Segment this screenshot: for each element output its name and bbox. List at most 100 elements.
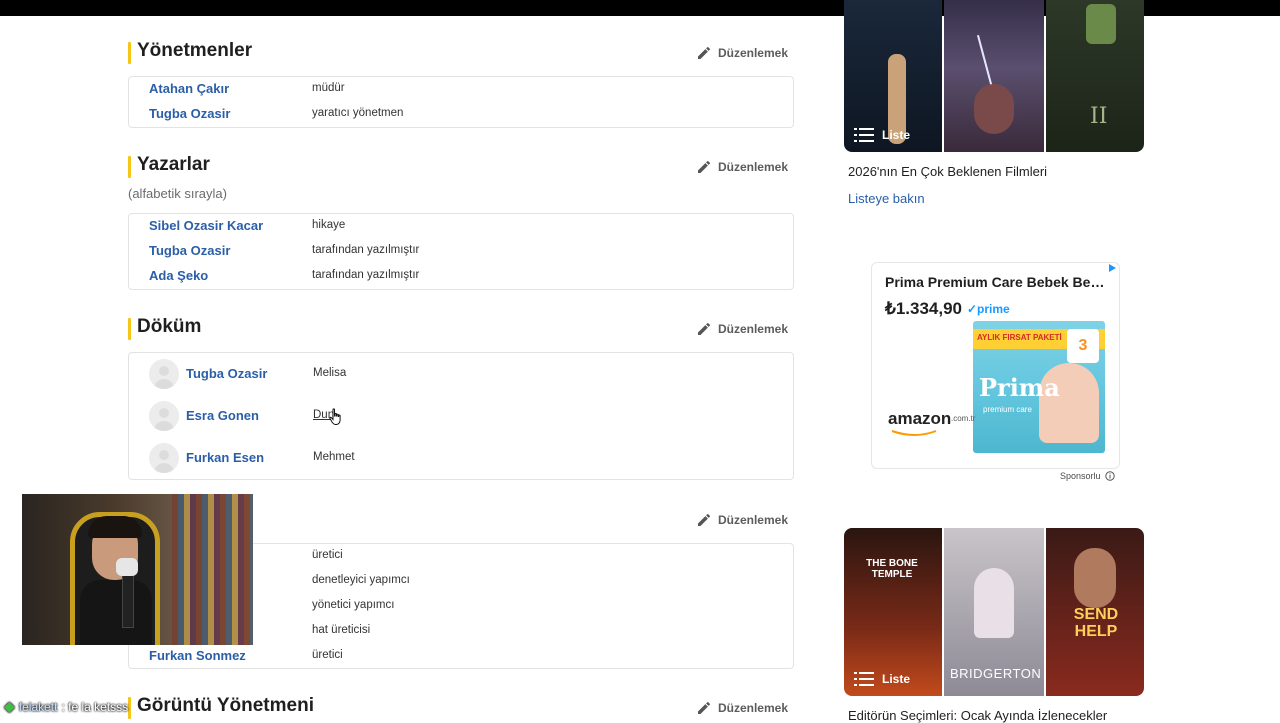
pencil-icon: [697, 322, 710, 335]
person-link[interactable]: Tugba Ozasir: [186, 366, 267, 381]
section-accent: [128, 42, 131, 64]
cinematography-header: Görüntü Yönetmeni Düzenlemek: [128, 695, 794, 721]
sponsored-ad[interactable]: Prima Premium Care Bebek Bezi... ₺1.334,…: [871, 262, 1120, 469]
pencil-icon: [697, 701, 710, 714]
amazon-domain: .com.tr: [951, 414, 976, 423]
section-accent: [128, 697, 131, 719]
pack-size: 3: [1067, 329, 1099, 363]
list-badge-label: Liste: [882, 128, 911, 142]
chat-username: felakett: [18, 699, 58, 714]
avatar[interactable]: [149, 359, 179, 389]
writers-list: Sibel Ozasir Kacar hikaye Tugba Ozasir t…: [128, 213, 794, 290]
pencil-icon: [697, 513, 710, 526]
info-icon[interactable]: [1104, 471, 1115, 481]
poster-image: THE BONE TEMPLE: [844, 528, 942, 696]
directors-title: Yönetmenler: [137, 40, 253, 61]
poster-text: BRIDGERTON: [950, 666, 1042, 681]
poster-image: BRIDGERTON: [944, 528, 1044, 696]
list-item: Ada Şeko tarafından yazılmıştır: [129, 264, 793, 289]
cast-row: Furkan Esen Mehmet: [129, 437, 793, 479]
section-accent: [128, 156, 131, 178]
edit-label: Düzenlemek: [717, 46, 788, 60]
person-role: hikaye: [312, 219, 346, 231]
cast-row: Esra Gonen Dun: [129, 395, 793, 437]
edit-producers-button[interactable]: Düzenlemek: [696, 510, 788, 530]
list-item: Furkan Sonmez üretici: [129, 644, 793, 669]
directors-header: Yönetmenler Düzenlemek: [128, 40, 794, 66]
person-link[interactable]: Tugba Ozasir: [149, 243, 230, 258]
cast-row: Tugba Ozasir Melisa: [129, 353, 793, 395]
edit-label: Düzenlemek: [717, 160, 788, 174]
poster-text: THE BONE TEMPLE: [866, 558, 918, 580]
pack-subtitle: premium care: [983, 405, 1032, 414]
person-link[interactable]: Furkan Esen: [186, 450, 264, 465]
list-badge: Liste: [854, 672, 910, 686]
diamond-icon: ◆: [4, 698, 15, 714]
cinematography-title: Görüntü Yönetmeni: [137, 695, 314, 716]
cast-header: Döküm Düzenlemek: [128, 316, 794, 342]
amazon-smile-icon: [891, 430, 937, 436]
person-role: denetleyici yapımcı: [312, 574, 410, 586]
poster-image: II: [1046, 0, 1144, 152]
person-link[interactable]: Atahan Çakır: [149, 81, 229, 96]
list-title[interactable]: Editörün Seçimleri: Ocak Ayında İzlenece…: [848, 708, 1107, 723]
see-list-link[interactable]: Listeye bakın: [848, 191, 925, 206]
list-item: Atahan Çakır müdür: [129, 77, 793, 102]
list-title[interactable]: 2026'nın En Çok Beklenen Filmleri: [848, 164, 1047, 179]
adchoices-icon[interactable]: [1107, 263, 1117, 273]
edit-cinematography-button[interactable]: Düzenlemek: [696, 698, 788, 718]
poster-image: [944, 0, 1044, 152]
list-card-editors-picks[interactable]: THE BONE TEMPLE BRIDGERTON SEND HELP Lis…: [844, 528, 1144, 696]
section-accent: [128, 318, 131, 340]
edit-directors-button[interactable]: Düzenlemek: [696, 43, 788, 63]
pack-brand: Prima: [979, 373, 1060, 402]
writers-note: (alfabetik sırayla): [128, 186, 227, 201]
product-image[interactable]: AYLIK FIRSAT PAKETİ 3 Prima premium care: [973, 321, 1105, 453]
person-link[interactable]: Esra Gonen: [186, 408, 259, 423]
person-role: yönetici yapımcı: [312, 599, 395, 611]
poster-text: SEND HELP: [1073, 606, 1119, 640]
pencil-icon: [697, 160, 710, 173]
list-item: Sibel Ozasir Kacar hikaye: [129, 214, 793, 239]
person-role: üretici: [312, 649, 343, 661]
edit-label: Düzenlemek: [717, 513, 788, 527]
sponsored-label: Sponsorlu: [1060, 471, 1115, 481]
prime-badge: ✓prime: [967, 302, 1010, 316]
person-link[interactable]: Ada Şeko: [149, 268, 208, 283]
directors-list: Atahan Çakır müdür Tugba Ozasir yaratıcı…: [128, 76, 794, 128]
edit-cast-button[interactable]: Düzenlemek: [696, 319, 788, 339]
list-item: Tugba Ozasir tarafından yazılmıştır: [129, 239, 793, 264]
list-card-anticipated[interactable]: II Liste: [844, 0, 1144, 152]
person-role: tarafından yazılmıştır: [312, 269, 420, 281]
ad-title[interactable]: Prima Premium Care Bebek Bezi...: [885, 274, 1107, 290]
poster-image: SEND HELP: [1046, 528, 1144, 696]
person-role: müdür: [312, 82, 345, 94]
pencil-icon: [697, 46, 710, 59]
list-icon: [854, 672, 874, 686]
avatar[interactable]: [149, 443, 179, 473]
writers-header: Yazarlar Düzenlemek: [128, 154, 794, 180]
amazon-logo: amazon: [888, 409, 952, 428]
stream-chat-line: ◆ felakett : fe la ketsss: [4, 698, 128, 715]
avatar[interactable]: [149, 401, 179, 431]
writers-title: Yazarlar: [137, 154, 210, 175]
edit-writers-button[interactable]: Düzenlemek: [696, 157, 788, 177]
person-link[interactable]: Tugba Ozasir: [149, 106, 230, 121]
chat-message: : fe la ketsss: [61, 699, 129, 714]
person-role: üretici: [312, 549, 343, 561]
person-role: yaratıcı yönetmen: [312, 107, 404, 119]
character-name: Melisa: [313, 367, 347, 379]
person-link[interactable]: Sibel Ozasir Kacar: [149, 218, 263, 233]
edit-label: Düzenlemek: [717, 322, 788, 336]
person-role: hat üreticisi: [312, 624, 371, 636]
list-item: Tugba Ozasir yaratıcı yönetmen: [129, 102, 793, 127]
cast-list: Tugba Ozasir Melisa Esra Gonen Dun Furka…: [128, 352, 794, 480]
cast-title: Döküm: [137, 316, 202, 337]
ad-price: ₺1.334,90: [885, 299, 962, 318]
character-name: Mehmet: [313, 451, 355, 463]
person-role: tarafından yazılmıştır: [312, 244, 420, 256]
list-badge-label: Liste: [882, 672, 911, 686]
webcam-overlay: [22, 494, 253, 645]
hand-cursor-icon: [329, 408, 341, 425]
person-link[interactable]: Furkan Sonmez: [149, 648, 246, 663]
